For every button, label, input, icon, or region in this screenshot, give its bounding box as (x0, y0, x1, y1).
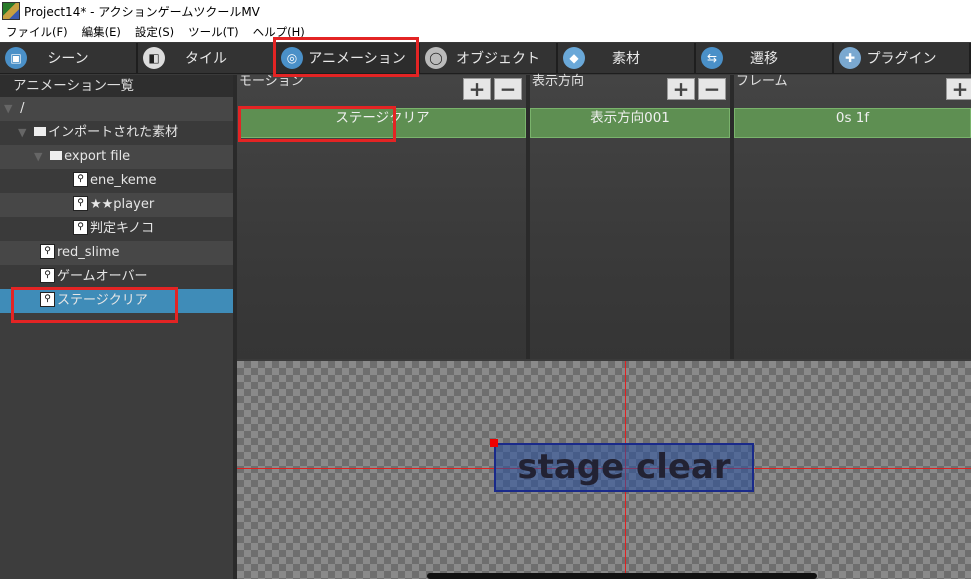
tab-animation[interactable]: ◎ アニメーション (276, 43, 418, 73)
tree-label: インポートされた素材 (48, 125, 179, 140)
tree-folder-imported[interactable]: ▼ インポートされた素材 (0, 121, 233, 145)
window-title: Project14* - アクションゲームツクールMV (24, 4, 260, 19)
motion-item-label: ステージクリア (335, 110, 430, 126)
tab-tile[interactable]: ◧ タイル (138, 43, 274, 73)
tab-tile-label: タイル (185, 51, 227, 67)
direction-item-label: 表示方向001 (590, 110, 670, 126)
animation-list-title: アニメーション一覧 (0, 75, 233, 97)
collapse-triangle-icon[interactable]: ▼ (34, 145, 46, 169)
tree-item-game-over[interactable]: ⚲ ゲームオーバー (0, 265, 233, 289)
menu-tools[interactable]: ツール(T) (182, 24, 247, 40)
menu-bar: ファイル(F) 編集(E) 設定(S) ツール(T) ヘルプ(H) (0, 22, 971, 42)
menu-edit[interactable]: 編集(E) (76, 24, 129, 40)
tab-animation-label: アニメーション (308, 51, 406, 67)
add-frame-button[interactable]: + (946, 78, 971, 100)
direction-column: 表示方向 + − 表示方向001 (530, 75, 730, 359)
object-icon: ◯ (425, 47, 447, 69)
menu-help[interactable]: ヘルプ(H) (247, 24, 313, 40)
tab-scene-label: シーン (47, 51, 89, 67)
frame-column: フレーム + 0s 1f (734, 75, 971, 359)
motion-item[interactable]: ステージクリア (239, 108, 526, 138)
menu-settings[interactable]: 設定(S) (129, 24, 182, 40)
animation-file-icon: ⚲ (73, 172, 88, 187)
animation-file-icon: ⚲ (73, 220, 88, 235)
tab-object[interactable]: ◯ オブジェクト (420, 43, 556, 73)
tab-material[interactable]: ◆ 素材 (558, 43, 694, 73)
sprite-preview[interactable]: stage clear (494, 443, 754, 492)
menu-file[interactable]: ファイル(F) (0, 24, 76, 40)
tree-label: red_slime (57, 245, 120, 260)
motion-column: モーション + − ステージクリア (237, 75, 526, 359)
plugin-icon: ✚ (839, 47, 861, 69)
folder-icon (50, 151, 63, 160)
tree-item-stage-clear[interactable]: ⚲ ステージクリア (0, 289, 233, 313)
tab-plugin-label: プラグイン (866, 51, 937, 67)
scene-icon: ▣ (5, 47, 27, 69)
animation-list-panel: アニメーション一覧 ▼ / ▼ インポートされた素材 ▼ export file… (0, 75, 233, 579)
tab-transition-label: 遷移 (750, 51, 778, 67)
tree-label: / (20, 101, 25, 116)
tree-root[interactable]: ▼ / (0, 97, 233, 121)
tree-item-ene-keme[interactable]: ⚲ ene_keme (0, 169, 233, 193)
direction-item[interactable]: 表示方向001 (530, 108, 730, 138)
frame-item-label: 0s 1f (835, 110, 870, 126)
tile-icon: ◧ (143, 47, 165, 69)
tab-plugin[interactable]: ✚ プラグイン (834, 43, 969, 73)
tree-item-hantei-kinoko[interactable]: ⚲ 判定キノコ (0, 217, 233, 241)
folder-icon (34, 127, 47, 136)
animation-file-icon: ⚲ (40, 268, 55, 283)
tree-label: 判定キノコ (90, 221, 155, 236)
tab-material-label: 素材 (612, 51, 640, 67)
origin-handle[interactable] (490, 439, 498, 447)
animation-preview-canvas[interactable]: stage clear (237, 361, 971, 579)
transition-icon: ⇆ (701, 47, 723, 69)
frame-header: フレーム (736, 74, 788, 89)
tab-transition[interactable]: ⇆ 遷移 (696, 43, 832, 73)
frame-item[interactable]: 0s 1f (734, 108, 971, 138)
add-direction-button[interactable]: + (667, 78, 695, 100)
animation-icon: ◎ (281, 47, 303, 69)
collapse-triangle-icon[interactable]: ▼ (4, 97, 16, 121)
tree-item-red-slime[interactable]: ⚲ red_slime (0, 241, 233, 265)
tab-object-label: オブジェクト (456, 51, 540, 67)
main-tab-bar: ▣ シーン ◧ タイル ◎ アニメーション ◯ オブジェクト ◆ 素材 ⇆ 遷移… (0, 43, 971, 74)
remove-motion-button[interactable]: − (494, 78, 522, 100)
sprite-text: stage clear (517, 447, 731, 487)
tree-label: ゲームオーバー (57, 269, 148, 284)
collapse-triangle-icon[interactable]: ▼ (18, 121, 30, 145)
tree-folder-export[interactable]: ▼ export file (0, 145, 233, 169)
animation-file-icon: ⚲ (40, 244, 55, 259)
title-bar: Project14* - アクションゲームツクールMV (0, 0, 971, 22)
remove-direction-button[interactable]: − (698, 78, 726, 100)
tree-label: ene_keme (90, 173, 157, 188)
tree-label: ★★player (90, 197, 155, 212)
tree-label: export file (64, 149, 131, 164)
tab-scene[interactable]: ▣ シーン (0, 43, 136, 73)
tree-item-player[interactable]: ⚲ ★★player (0, 193, 233, 217)
tree-label: ステージクリア (57, 293, 148, 308)
material-icon: ◆ (563, 47, 585, 69)
add-motion-button[interactable]: + (463, 78, 491, 100)
animation-file-icon: ⚲ (40, 292, 55, 307)
animation-file-icon: ⚲ (73, 196, 88, 211)
canvas-scrollbar[interactable] (427, 573, 817, 579)
app-icon (2, 2, 20, 20)
